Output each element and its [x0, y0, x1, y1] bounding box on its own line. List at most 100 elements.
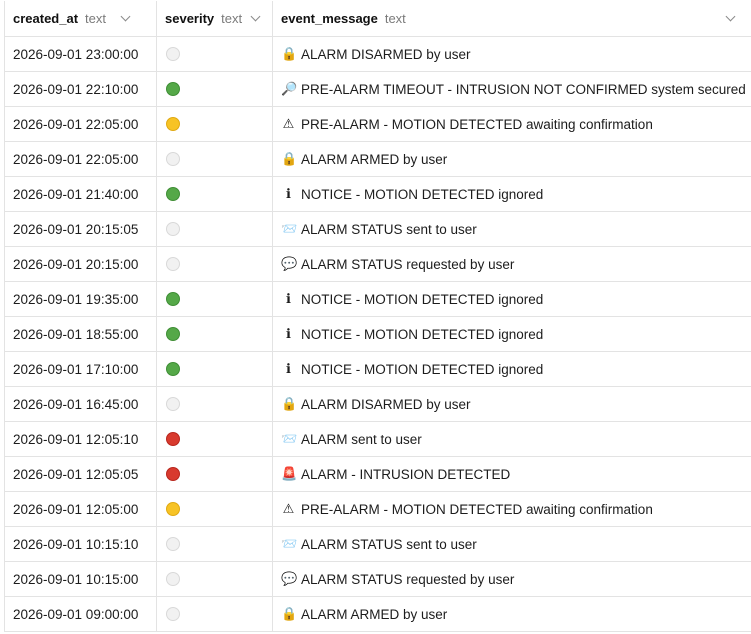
- cell-severity[interactable]: [157, 387, 273, 421]
- cell-created-at[interactable]: 2026-09-01 20:15:05: [5, 212, 157, 246]
- cell-created-at[interactable]: 2026-09-01 09:00:00: [5, 597, 157, 631]
- chevron-down-icon[interactable]: [250, 11, 261, 22]
- event-message-value: ALARM STATUS requested by user: [301, 256, 515, 272]
- created-at-value: 2026-09-01 20:15:00: [13, 256, 139, 272]
- column-name: event_message: [281, 11, 378, 26]
- cell-event-message[interactable]: ℹ NOTICE - MOTION DETECTED ignored: [273, 282, 751, 316]
- cell-severity[interactable]: [157, 37, 273, 71]
- created-at-value: 2026-09-01 22:10:00: [13, 81, 139, 97]
- table-row[interactable]: 2026-09-01 22:05:00 🔒 ALARM ARMED by user: [5, 142, 751, 177]
- severity-dot-icon: [166, 257, 180, 271]
- table-body: 2026-09-01 23:00:00 🔒 ALARM DISARMED by us…: [5, 37, 751, 632]
- cell-severity[interactable]: [157, 177, 273, 211]
- cell-created-at[interactable]: 2026-09-01 20:15:00: [5, 247, 157, 281]
- chevron-down-icon[interactable]: [120, 11, 131, 22]
- severity-dot-icon: [166, 397, 180, 411]
- cell-created-at[interactable]: 2026-09-01 10:15:00: [5, 562, 157, 596]
- speech-bubble-icon: 💬: [281, 571, 298, 587]
- cell-severity[interactable]: [157, 352, 273, 386]
- cell-created-at[interactable]: 2026-09-01 19:35:00: [5, 282, 157, 316]
- cell-event-message[interactable]: 🔒 ALARM ARMED by user: [273, 142, 751, 176]
- cell-event-message[interactable]: 💬 ALARM STATUS requested by user: [273, 247, 751, 281]
- table-row[interactable]: 2026-09-01 12:05:05 🚨 ALARM - INTRUSION DE…: [5, 457, 751, 492]
- created-at-value: 2026-09-01 12:05:00: [13, 501, 139, 517]
- table-row[interactable]: 2026-09-01 22:10:00 🔎 PRE-ALARM TIMEOUT - …: [5, 72, 751, 107]
- cell-created-at[interactable]: 2026-09-01 12:05:10: [5, 422, 157, 456]
- cell-created-at[interactable]: 2026-09-01 22:05:00: [5, 107, 157, 141]
- cell-event-message[interactable]: 📨 ALARM sent to user: [273, 422, 751, 456]
- cell-created-at[interactable]: 2026-09-01 16:45:00: [5, 387, 157, 421]
- cell-created-at[interactable]: 2026-09-01 22:10:00: [5, 72, 157, 106]
- siren-icon: 🚨: [281, 466, 298, 482]
- cell-event-message[interactable]: 📨 ALARM STATUS sent to user: [273, 527, 751, 561]
- severity-dot-icon: [166, 222, 180, 236]
- cell-created-at[interactable]: 2026-09-01 12:05:05: [5, 457, 157, 491]
- cell-created-at[interactable]: 2026-09-01 23:00:00: [5, 37, 157, 71]
- cell-event-message[interactable]: 🚨 ALARM - INTRUSION DETECTED: [273, 457, 751, 491]
- cell-severity[interactable]: [157, 247, 273, 281]
- cell-created-at[interactable]: 2026-09-01 18:55:00: [5, 317, 157, 351]
- table-row[interactable]: 2026-09-01 19:35:00 ℹ NOTICE - MOTION DETE…: [5, 282, 751, 317]
- column-name: severity: [165, 11, 215, 26]
- table-row[interactable]: 2026-09-01 12:05:10 📨 ALARM sent to user: [5, 422, 751, 457]
- cell-severity[interactable]: [157, 422, 273, 456]
- column-header-event-message[interactable]: event_message text: [273, 1, 751, 36]
- severity-dot-icon: [166, 572, 180, 586]
- table-row[interactable]: 2026-09-01 12:05:00 ⚠ PRE-ALARM - MOTION D…: [5, 492, 751, 527]
- cell-created-at[interactable]: 2026-09-01 10:15:10: [5, 527, 157, 561]
- cell-severity[interactable]: [157, 527, 273, 561]
- cell-severity[interactable]: [157, 562, 273, 596]
- table-row[interactable]: 2026-09-01 20:15:00 💬 ALARM STATUS request…: [5, 247, 751, 282]
- event-message-value: PRE-ALARM TIMEOUT - INTRUSION NOT CONFIR…: [301, 81, 746, 97]
- event-message-value: PRE-ALARM - MOTION DETECTED awaiting con…: [301, 501, 653, 517]
- cell-created-at[interactable]: 2026-09-01 12:05:00: [5, 492, 157, 526]
- cell-event-message[interactable]: 📨 ALARM STATUS sent to user: [273, 212, 751, 246]
- severity-dot-icon: [166, 292, 180, 306]
- cell-event-message[interactable]: ⚠ PRE-ALARM - MOTION DETECTED awaiting co…: [273, 107, 751, 141]
- event-message-value: ALARM STATUS requested by user: [301, 571, 515, 587]
- table-row[interactable]: 2026-09-01 23:00:00 🔒 ALARM DISARMED by us…: [5, 37, 751, 72]
- cell-severity[interactable]: [157, 142, 273, 176]
- column-header-created-at[interactable]: created_at text: [5, 1, 157, 36]
- table-row[interactable]: 2026-09-01 17:10:00 ℹ NOTICE - MOTION DETE…: [5, 352, 751, 387]
- table-row[interactable]: 2026-09-01 21:40:00 ℹ NOTICE - MOTION DETE…: [5, 177, 751, 212]
- created-at-value: 2026-09-01 12:05:10: [13, 431, 139, 447]
- column-type: text: [85, 11, 107, 26]
- table-row[interactable]: 2026-09-01 09:00:00 🔒 ALARM ARMED by user: [5, 597, 751, 632]
- info-icon: ℹ: [286, 186, 291, 202]
- chevron-down-icon[interactable]: [725, 11, 736, 22]
- cell-event-message[interactable]: ℹ NOTICE - MOTION DETECTED ignored: [273, 177, 751, 211]
- table-row[interactable]: 2026-09-01 10:15:00 💬 ALARM STATUS request…: [5, 562, 751, 597]
- column-header-severity[interactable]: severity text: [157, 1, 273, 36]
- cell-severity[interactable]: [157, 212, 273, 246]
- cell-created-at[interactable]: 2026-09-01 21:40:00: [5, 177, 157, 211]
- cell-event-message[interactable]: 💬 ALARM STATUS requested by user: [273, 562, 751, 596]
- cell-severity[interactable]: [157, 597, 273, 631]
- cell-severity[interactable]: [157, 72, 273, 106]
- cell-event-message[interactable]: 🔒 ALARM ARMED by user: [273, 597, 751, 631]
- cell-event-message[interactable]: 🔒 ALARM DISARMED by user: [273, 387, 751, 421]
- table-row[interactable]: 2026-09-01 16:45:00 🔒 ALARM DISARMED by us…: [5, 387, 751, 422]
- cell-created-at[interactable]: 2026-09-01 22:05:00: [5, 142, 157, 176]
- lock-icon: 🔒: [281, 396, 298, 412]
- table-row[interactable]: 2026-09-01 18:55:00 ℹ NOTICE - MOTION DETE…: [5, 317, 751, 352]
- created-at-value: 2026-09-01 20:15:05: [13, 221, 139, 237]
- cell-severity[interactable]: [157, 317, 273, 351]
- cell-event-message[interactable]: 🔎 PRE-ALARM TIMEOUT - INTRUSION NOT CONFI…: [273, 72, 751, 106]
- cell-created-at[interactable]: 2026-09-01 17:10:00: [5, 352, 157, 386]
- cell-event-message[interactable]: ⚠ PRE-ALARM - MOTION DETECTED awaiting co…: [273, 492, 751, 526]
- cell-severity[interactable]: [157, 457, 273, 491]
- severity-dot-icon: [166, 47, 180, 61]
- severity-dot-icon: [166, 537, 180, 551]
- table-row[interactable]: 2026-09-01 20:15:05 📨 ALARM STATUS sent to…: [5, 212, 751, 247]
- table-row[interactable]: 2026-09-01 10:15:10 📨 ALARM STATUS sent to…: [5, 527, 751, 562]
- cell-event-message[interactable]: ℹ NOTICE - MOTION DETECTED ignored: [273, 317, 751, 351]
- created-at-value: 2026-09-01 12:05:05: [13, 466, 139, 482]
- cell-severity[interactable]: [157, 492, 273, 526]
- cell-event-message[interactable]: ℹ NOTICE - MOTION DETECTED ignored: [273, 352, 751, 386]
- cell-severity[interactable]: [157, 107, 273, 141]
- cell-event-message[interactable]: 🔒 ALARM DISARMED by user: [273, 37, 751, 71]
- table-row[interactable]: 2026-09-01 22:05:00 ⚠ PRE-ALARM - MOTION D…: [5, 107, 751, 142]
- event-message-value: ALARM DISARMED by user: [301, 46, 471, 62]
- cell-severity[interactable]: [157, 282, 273, 316]
